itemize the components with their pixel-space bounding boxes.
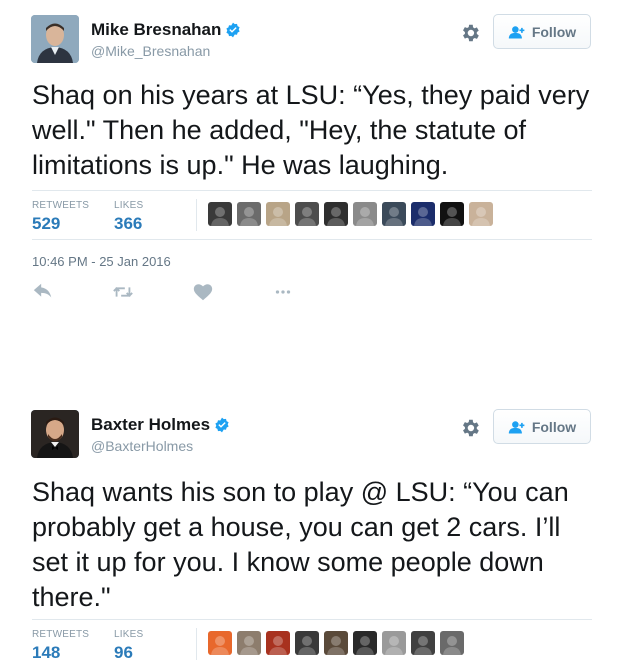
liker-avatar[interactable]	[411, 202, 435, 226]
likes-label: LIKES	[114, 629, 144, 640]
user-handle[interactable]: @BaxterHolmes	[91, 438, 230, 454]
avatar[interactable]	[31, 410, 79, 458]
liker-avatar[interactable]	[353, 631, 377, 655]
likes-label: LIKES	[114, 200, 144, 211]
tweet-text: Shaq wants his son to play @ LSU: “You c…	[32, 477, 569, 612]
stats-divider	[196, 199, 197, 231]
retweet-icon[interactable]	[112, 281, 134, 303]
tweet-actions	[32, 281, 332, 305]
liker-avatar[interactable]	[266, 202, 290, 226]
liker-avatar[interactable]	[440, 202, 464, 226]
retweets-count: 148	[32, 643, 61, 662]
liker-avatar[interactable]	[266, 631, 290, 655]
liker-avatar[interactable]	[295, 202, 319, 226]
liker-avatar[interactable]	[237, 631, 261, 655]
liker-avatar[interactable]	[324, 202, 348, 226]
liker-avatar[interactable]	[440, 631, 464, 655]
tweet-text: Shaq on his years at LSU: “Yes, they pai…	[32, 80, 590, 180]
user-info: Mike Bresnahan @Mike_Bresnahan	[91, 20, 241, 59]
more-icon[interactable]	[272, 281, 294, 303]
tweet-card: Mike Bresnahan @Mike_Bresnahan Follow Sh…	[0, 0, 628, 320]
display-name[interactable]: Baxter Holmes	[91, 415, 210, 435]
tweet-stats: RETWEETS 529 LIKES 366	[32, 190, 592, 240]
stats-divider	[196, 628, 197, 660]
retweets-stat[interactable]: RETWEETS 148	[32, 629, 89, 663]
follow-user-icon	[508, 25, 525, 39]
follow-button-label: Follow	[531, 23, 577, 40]
tweet-timestamp[interactable]: 10:46 PM - 25 Jan 2016	[32, 254, 171, 269]
retweets-stat[interactable]: RETWEETS 529	[32, 200, 89, 234]
liker-avatar[interactable]	[237, 202, 261, 226]
verified-badge-icon	[226, 22, 240, 38]
liker-avatar[interactable]	[469, 202, 493, 226]
liker-avatars	[208, 202, 493, 226]
liker-avatar[interactable]	[411, 631, 435, 655]
user-info: Baxter Holmes @BaxterHolmes	[91, 415, 230, 454]
liker-avatar[interactable]	[353, 202, 377, 226]
tweet-card: Baxter Holmes @BaxterHolmes Follow Shaq …	[0, 395, 628, 672]
retweets-count: 529	[32, 214, 61, 233]
likes-count: 96	[114, 643, 133, 662]
liker-avatar[interactable]	[295, 631, 319, 655]
user-handle[interactable]: @Mike_Bresnahan	[91, 43, 241, 59]
tweet-stats: RETWEETS 148 LIKES 96	[32, 619, 592, 668]
gear-icon[interactable]	[459, 22, 481, 44]
like-icon[interactable]	[192, 281, 214, 303]
retweets-label: RETWEETS	[32, 200, 90, 211]
likes-stat[interactable]: LIKES 366	[114, 200, 143, 234]
likes-stat[interactable]: LIKES 96	[114, 629, 143, 663]
liker-avatar[interactable]	[208, 202, 232, 226]
liker-avatar[interactable]	[382, 631, 406, 655]
liker-avatar[interactable]	[324, 631, 348, 655]
likes-count: 366	[114, 214, 143, 233]
liker-avatars	[208, 631, 464, 655]
verified-badge-icon	[215, 417, 229, 433]
liker-avatar[interactable]	[208, 631, 232, 655]
follow-button-label: Follow	[531, 418, 577, 435]
follow-button[interactable]: Follow	[493, 14, 591, 49]
reply-icon[interactable]	[32, 281, 54, 303]
follow-button[interactable]: Follow	[493, 409, 591, 444]
retweets-label: RETWEETS	[32, 629, 90, 640]
follow-user-icon	[508, 420, 525, 434]
liker-avatar[interactable]	[382, 202, 406, 226]
display-name[interactable]: Mike Bresnahan	[91, 20, 221, 40]
avatar[interactable]	[31, 15, 79, 63]
gear-icon[interactable]	[459, 417, 481, 439]
